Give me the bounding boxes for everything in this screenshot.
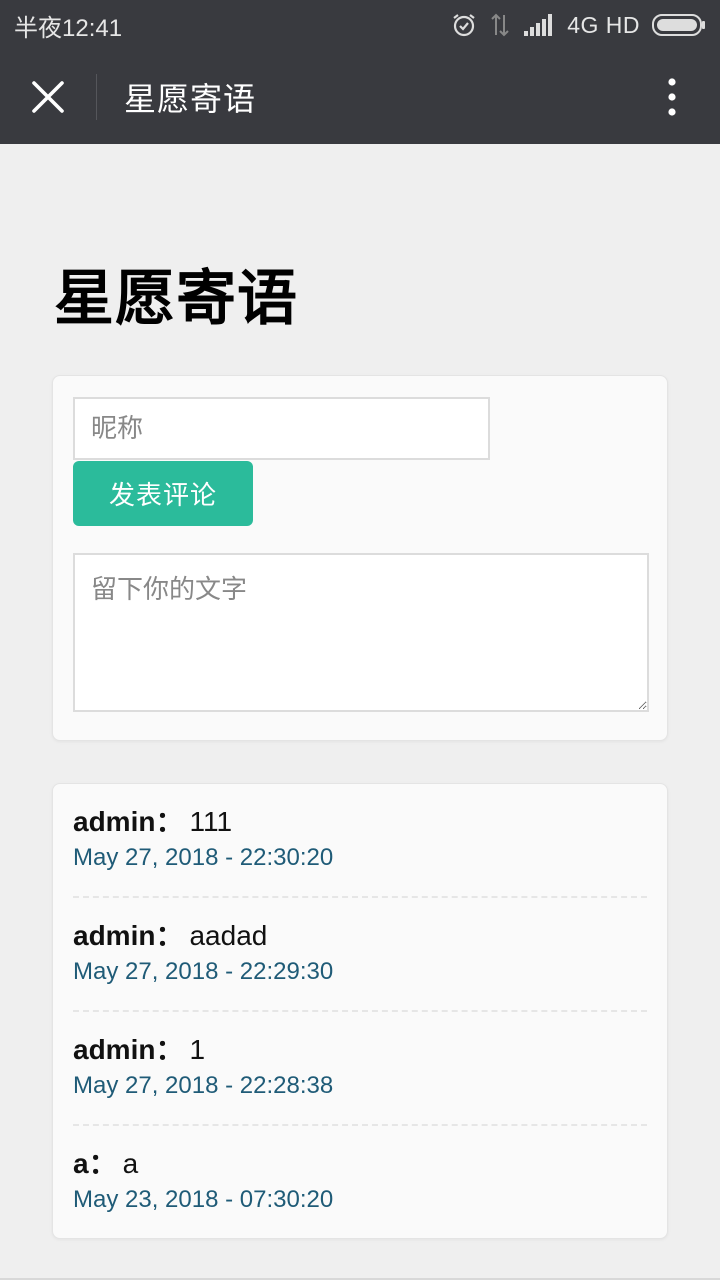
comment-colon: ： — [88, 1148, 117, 1179]
comment-line: admin： 1 — [73, 1032, 647, 1068]
title-bar: 星愿寄语 — [0, 50, 720, 144]
comment-list: admin： 111 May 27, 2018 - 22:30:20 admin：… — [52, 783, 668, 1239]
alarm-icon — [453, 14, 475, 37]
comment-text: aadad — [189, 920, 268, 951]
more-vertical-icon — [668, 78, 676, 116]
signal-icon — [524, 14, 553, 36]
comment-colon: ： — [155, 806, 184, 837]
comment-author: admin — [73, 920, 156, 951]
comment-time: May 27, 2018 - 22:29:30 — [73, 958, 334, 985]
network-label: 4G HD — [567, 11, 640, 38]
status-icons: 4G HD — [451, 12, 706, 39]
more-button[interactable] — [624, 50, 720, 144]
comment-time: May 27, 2018 - 22:28:38 — [73, 1072, 334, 1099]
page-title: 星愿寄语 — [54, 264, 298, 334]
close-icon — [32, 81, 64, 113]
battery-icon — [652, 14, 705, 36]
window-title: 星愿寄语 — [124, 80, 257, 118]
comment-line: a： a — [73, 1146, 647, 1182]
comment-text: 1 — [189, 1034, 206, 1065]
submit-comment-button[interactable]: 发表评论 — [73, 461, 253, 526]
comment-item: admin： 1 May 27, 2018 - 22:28:38 — [73, 1012, 647, 1126]
comment-item: admin： 111 May 27, 2018 - 22:30:20 — [73, 784, 647, 898]
comment-author: admin — [73, 806, 156, 837]
comment-text: 111 — [189, 806, 233, 837]
comment-item: a： a May 23, 2018 - 07:30:20 — [73, 1126, 647, 1240]
message-textarea[interactable] — [73, 553, 649, 712]
comment-form: 发表评论 — [52, 375, 668, 741]
comment-time: May 23, 2018 - 07:30:20 — [73, 1186, 334, 1213]
comment-author: admin — [73, 1034, 156, 1065]
comment-colon: ： — [155, 920, 184, 951]
comment-colon: ： — [155, 1034, 184, 1065]
comment-item: admin： aadad May 27, 2018 - 22:29:30 — [73, 898, 647, 1012]
comment-author: a — [73, 1148, 89, 1179]
close-button[interactable] — [0, 50, 96, 144]
status-time: 半夜12:41 — [14, 14, 123, 42]
nickname-input[interactable] — [73, 397, 490, 460]
comment-line: admin： aadad — [73, 918, 647, 954]
comment-line: admin： 111 — [73, 804, 647, 840]
data-arrows-icon — [491, 13, 509, 37]
status-bar: 半夜12:41 4G HD — [0, 0, 720, 50]
comment-text: a — [122, 1148, 139, 1179]
comment-time: May 27, 2018 - 22:30:20 — [73, 844, 334, 871]
